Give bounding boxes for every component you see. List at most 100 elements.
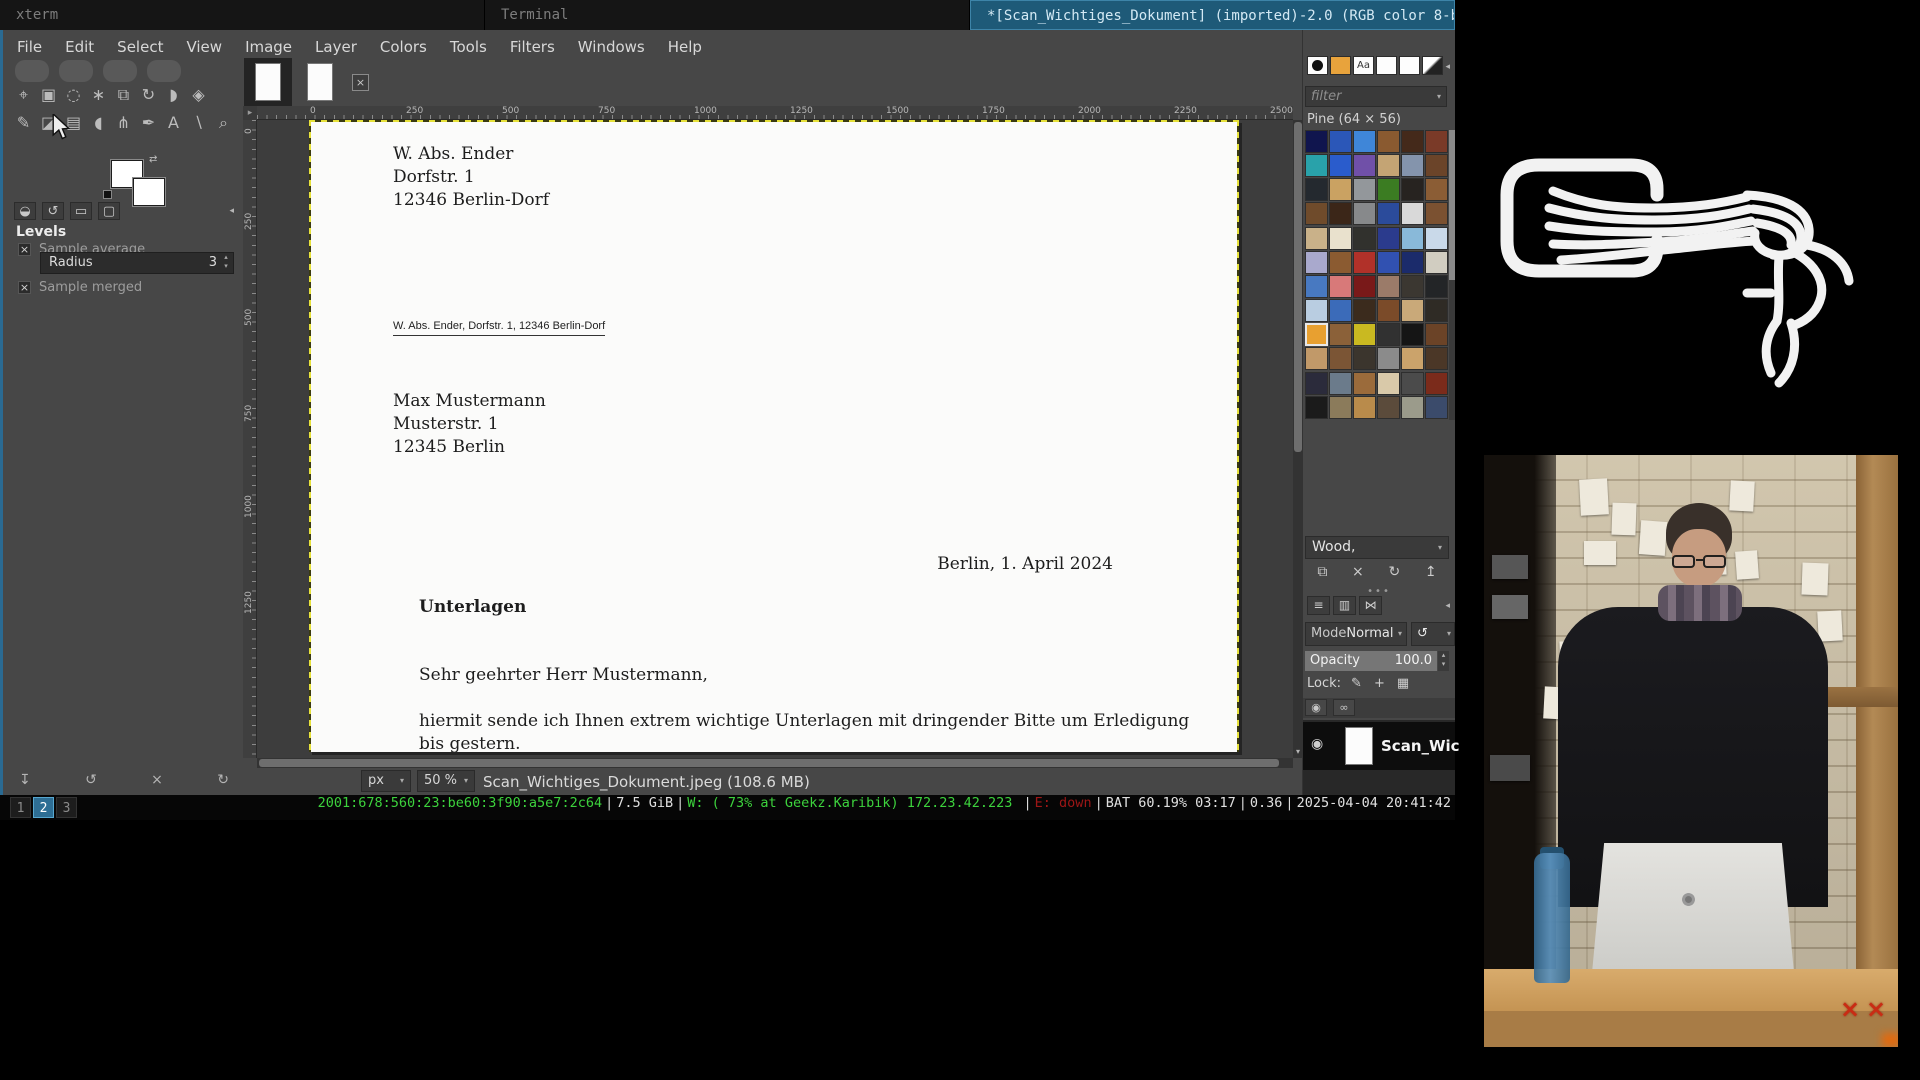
menu-item-layer[interactable]: Layer: [315, 34, 357, 60]
pattern-swatch-66[interactable]: [1305, 396, 1328, 419]
collapse-dock-icon[interactable]: ◂: [1445, 62, 1450, 72]
pattern-swatch-32[interactable]: [1353, 251, 1376, 274]
delete-icon[interactable]: ×: [151, 772, 163, 788]
pattern-swatch-70[interactable]: [1401, 396, 1424, 419]
pattern-swatch-60[interactable]: [1305, 372, 1328, 395]
menu-item-colors[interactable]: Colors: [380, 34, 427, 60]
tool-options-tab-icon[interactable]: ◒: [14, 202, 36, 220]
pattern-swatch-44[interactable]: [1353, 299, 1376, 322]
pattern-swatch-57[interactable]: [1377, 347, 1400, 370]
menu-item-tools[interactable]: Tools: [450, 34, 487, 60]
pattern-swatch-67[interactable]: [1329, 396, 1352, 419]
menu-item-help[interactable]: Help: [668, 34, 702, 60]
mode-dropdown[interactable]: ModeNormal ▾: [1305, 622, 1407, 646]
image-tab-1[interactable]: [244, 58, 292, 106]
image-tab-2[interactable]: [296, 58, 344, 106]
paintbrush-tool-icon[interactable]: ✎: [11, 110, 36, 136]
brushes-tab-icon[interactable]: [1307, 56, 1328, 75]
layer-row-selected[interactable]: ◉ Scan_Wic: [1303, 722, 1455, 770]
channels-tab-icon[interactable]: ▥: [1333, 596, 1356, 615]
ruler-corner-button[interactable]: ▸: [243, 106, 257, 120]
horizontal-scrollbar[interactable]: [257, 758, 1293, 768]
pattern-swatch-3[interactable]: [1377, 130, 1400, 153]
device-status-tab-icon[interactable]: ▭: [70, 202, 92, 220]
palettes-tab-icon[interactable]: [1376, 56, 1397, 75]
pattern-swatch-52[interactable]: [1401, 323, 1424, 346]
patterns-scrollbar[interactable]: [1449, 130, 1455, 420]
pattern-swatch-51[interactable]: [1377, 323, 1400, 346]
pattern-swatch-63[interactable]: [1377, 372, 1400, 395]
pattern-swatch-46[interactable]: [1401, 299, 1424, 322]
pattern-swatch-71[interactable]: [1425, 396, 1448, 419]
patterns-tab-icon[interactable]: [1330, 56, 1351, 75]
transform-tool-icon[interactable]: ↻: [136, 82, 161, 108]
zoom-tool-icon[interactable]: ⌕: [211, 110, 236, 136]
lock-alpha-icon[interactable]: ▦: [1397, 676, 1409, 691]
visibility-column-icon[interactable]: ◉: [1305, 699, 1327, 716]
delete-button[interactable]: ×: [1352, 564, 1364, 580]
pattern-swatch-22[interactable]: [1401, 202, 1424, 225]
pattern-filter-input[interactable]: filter▾: [1305, 86, 1447, 107]
ink-tool-icon[interactable]: ✒: [136, 110, 161, 136]
sample-merged-checkbox[interactable]: ×: [18, 281, 31, 294]
close-image-button[interactable]: ×: [352, 74, 369, 91]
pattern-swatch-68[interactable]: [1353, 396, 1376, 419]
smudge-tool-icon[interactable]: ◖: [86, 110, 111, 136]
pattern-swatch-24[interactable]: [1305, 227, 1328, 250]
text-tool-icon[interactable]: A: [161, 110, 186, 136]
brush-selector-dropdown[interactable]: Wood,▾: [1305, 536, 1449, 559]
pattern-swatch-47[interactable]: [1425, 299, 1448, 322]
crop-tool-icon[interactable]: ⧉: [111, 82, 136, 108]
pattern-swatch-1[interactable]: [1329, 130, 1352, 153]
pattern-swatch-58[interactable]: [1401, 347, 1424, 370]
pattern-swatch-53[interactable]: [1425, 323, 1448, 346]
workspace-button-3[interactable]: 3: [56, 797, 77, 818]
lock-pixels-icon[interactable]: ✎: [1351, 676, 1362, 691]
link-column-icon[interactable]: ∞: [1333, 699, 1355, 716]
pattern-swatch-8[interactable]: [1353, 154, 1376, 177]
pattern-swatch-21[interactable]: [1377, 202, 1400, 225]
fuzzy-select-tool-icon[interactable]: ∗: [86, 82, 111, 108]
pattern-swatch-23[interactable]: [1425, 202, 1448, 225]
pattern-swatch-56[interactable]: [1353, 347, 1376, 370]
undo-icon[interactable]: ↺: [85, 772, 97, 788]
paths-tool-icon[interactable]: ⋔: [111, 110, 136, 136]
open-as-image-button[interactable]: ↥: [1425, 564, 1437, 580]
pattern-swatch-13[interactable]: [1329, 178, 1352, 201]
menu-item-filters[interactable]: Filters: [510, 34, 555, 60]
pattern-swatch-12[interactable]: [1305, 178, 1328, 201]
pattern-swatch-10[interactable]: [1401, 154, 1424, 177]
free-select-tool-icon[interactable]: ◌: [61, 82, 86, 108]
canvas-viewport[interactable]: W. Abs. Ender Dorfstr. 1 12346 Berlin-Do…: [257, 120, 1293, 758]
pattern-swatch-25[interactable]: [1329, 227, 1352, 250]
pattern-swatch-6[interactable]: [1305, 154, 1328, 177]
swatch-tab-icon[interactable]: ▢: [98, 202, 120, 220]
pattern-swatch-41[interactable]: [1425, 275, 1448, 298]
pattern-swatch-42[interactable]: [1305, 299, 1328, 322]
pattern-swatch-18[interactable]: [1305, 202, 1328, 225]
warp-tool-icon[interactable]: ◗: [161, 82, 186, 108]
pattern-swatch-0[interactable]: [1305, 130, 1328, 153]
pattern-swatch-31[interactable]: [1329, 251, 1352, 274]
layer-visibility-icon[interactable]: ◉: [1311, 736, 1323, 752]
fg-bg-color-widget[interactable]: ⇄: [103, 158, 173, 204]
layers-tab-icon[interactable]: ≡: [1307, 596, 1330, 615]
zoom-dropdown[interactable]: 50 %▾: [417, 770, 475, 792]
pattern-swatch-55[interactable]: [1329, 347, 1352, 370]
pattern-swatch-26[interactable]: [1353, 227, 1376, 250]
gradients-tab-icon[interactable]: [1422, 56, 1443, 75]
swap-colors-icon[interactable]: ⇄: [149, 154, 157, 165]
menu-item-windows[interactable]: Windows: [578, 34, 645, 60]
pattern-swatch-29[interactable]: [1425, 227, 1448, 250]
pattern-swatch-20[interactable]: [1353, 202, 1376, 225]
pattern-swatch-62[interactable]: [1353, 372, 1376, 395]
pattern-swatch-65[interactable]: [1425, 372, 1448, 395]
pattern-swatch-19[interactable]: [1329, 202, 1352, 225]
pattern-swatch-61[interactable]: [1329, 372, 1352, 395]
collapse-panel-icon[interactable]: ◂: [229, 206, 234, 216]
pattern-swatch-27[interactable]: [1377, 227, 1400, 250]
refresh-button[interactable]: ↻: [1388, 564, 1400, 580]
pattern-swatch-33[interactable]: [1377, 251, 1400, 274]
pattern-swatch-36[interactable]: [1305, 275, 1328, 298]
window-tab-xterm[interactable]: xterm: [0, 0, 485, 30]
